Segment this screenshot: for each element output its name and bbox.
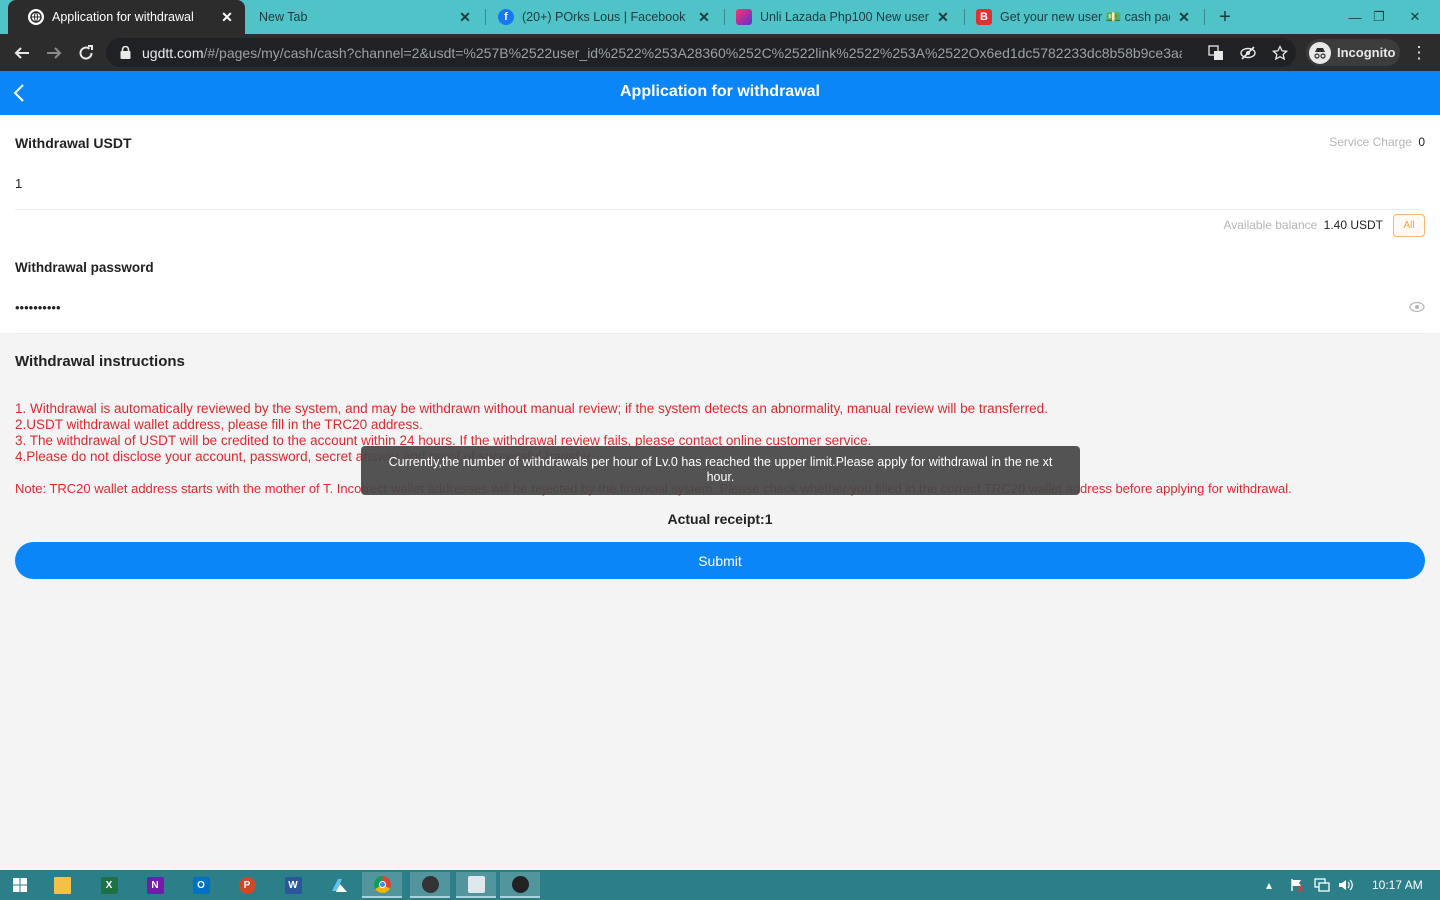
available-balance-label: Available balance bbox=[1223, 218, 1318, 232]
close-tab-icon[interactable]: ✕ bbox=[1176, 9, 1192, 25]
incognito-icon bbox=[1309, 41, 1331, 64]
facebook-icon: f bbox=[498, 9, 514, 25]
withdrawal-form: Withdrawal USDT Service Charge 0 1 Avail… bbox=[0, 115, 1440, 334]
window-close-icon[interactable]: ✕ bbox=[1398, 0, 1432, 34]
volume-icon[interactable] bbox=[1338, 870, 1354, 900]
word-icon[interactable]: W bbox=[273, 872, 313, 898]
lazada-icon bbox=[736, 9, 752, 25]
url-path: /#/pages/my/cash/cash?channel=2&usdt=%25… bbox=[203, 44, 1182, 61]
tab-title: Unli Lazada Php100 New user Vo bbox=[760, 10, 929, 24]
tab-divider bbox=[1204, 9, 1205, 25]
app-icon[interactable] bbox=[410, 872, 450, 898]
file-explorer-icon[interactable] bbox=[42, 872, 82, 898]
tab-application-for-withdrawal[interactable]: Application for withdrawal ✕ bbox=[8, 0, 245, 34]
reload-icon[interactable] bbox=[73, 40, 99, 66]
all-button[interactable]: All bbox=[1393, 214, 1425, 237]
tab-title: Application for withdrawal bbox=[52, 10, 194, 24]
withdrawal-password-label: Withdrawal password bbox=[15, 260, 154, 275]
browser-toolbar: ugdtt.com/#/pages/my/cash/cash?channel=2… bbox=[0, 34, 1440, 71]
divider bbox=[15, 209, 1425, 210]
close-tab-icon[interactable]: ✕ bbox=[219, 9, 235, 25]
service-charge-value: 0 bbox=[1418, 135, 1425, 149]
powerpoint-icon[interactable]: P bbox=[227, 872, 267, 898]
close-tab-icon[interactable]: ✕ bbox=[935, 9, 951, 25]
excel-icon[interactable]: X bbox=[89, 872, 129, 898]
url-host: ugdtt.com bbox=[142, 44, 204, 61]
flag-icon[interactable] bbox=[1290, 870, 1304, 900]
windows-start-icon[interactable] bbox=[0, 872, 40, 898]
more-menu-icon[interactable]: ⋮ bbox=[1406, 40, 1432, 66]
service-charge: Service Charge 0 bbox=[1329, 135, 1425, 149]
tab-title: (20+) POrks Lous | Facebook bbox=[522, 10, 686, 24]
address-bar[interactable]: ugdtt.com/#/pages/my/cash/cash?channel=2… bbox=[106, 38, 1296, 67]
chrome-icon[interactable] bbox=[362, 872, 402, 898]
app-header: Application for withdrawal bbox=[0, 71, 1440, 115]
page-title: Application for withdrawal bbox=[619, 83, 820, 100]
available-balance: Available balance 1.40 USDT bbox=[1223, 218, 1383, 232]
tab-title: Get your new user 💵 cash pac bbox=[1000, 9, 1170, 24]
show-password-eye-icon[interactable] bbox=[1409, 300, 1425, 313]
forward-arrow-icon[interactable] bbox=[41, 40, 67, 66]
withdrawal-amount-input[interactable]: 1 bbox=[15, 176, 1405, 191]
network-icon[interactable] bbox=[1314, 870, 1330, 900]
close-tab-icon[interactable]: ✕ bbox=[696, 9, 712, 25]
close-tab-icon[interactable]: ✕ bbox=[457, 9, 473, 25]
restore-icon[interactable]: ❐ bbox=[1362, 0, 1396, 34]
windows-taskbar: X N O P W ▴ 10:17 AM bbox=[0, 870, 1440, 900]
bookmark-star-icon[interactable] bbox=[1267, 40, 1293, 66]
tab-new-tab[interactable]: New Tab ✕ bbox=[245, 0, 483, 34]
incognito-button[interactable]: Incognito bbox=[1306, 39, 1400, 66]
tab-facebook[interactable]: f (20+) POrks Lous | Facebook ✕ bbox=[478, 0, 722, 34]
onenote-icon[interactable]: N bbox=[135, 872, 175, 898]
instructions-title: Withdrawal instructions bbox=[15, 353, 185, 370]
azure-icon[interactable] bbox=[319, 872, 359, 898]
incognito-label: Incognito bbox=[1337, 45, 1396, 60]
b-icon: B bbox=[976, 9, 992, 25]
browser-tab-strip: Application for withdrawal ✕ New Tab ✕ f… bbox=[0, 0, 1440, 34]
available-balance-value: 1.40 USDT bbox=[1323, 218, 1383, 232]
limit-toast: Currently,the number of withdrawals per … bbox=[361, 446, 1080, 495]
clock[interactable]: 10:17 AM bbox=[1372, 870, 1423, 900]
instruction-item: 2.USDT withdrawal wallet address, please… bbox=[15, 417, 423, 432]
tab-title: New Tab bbox=[259, 10, 308, 24]
withdrawal-usdt-label: Withdrawal USDT bbox=[15, 135, 132, 151]
new-tab-button[interactable]: + bbox=[1214, 6, 1236, 28]
tray-chevron-icon[interactable]: ▴ bbox=[1266, 870, 1272, 900]
back-arrow-icon[interactable] bbox=[9, 40, 35, 66]
outlook-icon[interactable]: O bbox=[181, 872, 221, 898]
notepad-icon[interactable] bbox=[456, 872, 496, 898]
tab-cash-pack[interactable]: B Get your new user 💵 cash pac ✕ bbox=[956, 0, 1202, 34]
divider bbox=[15, 333, 1425, 334]
withdrawal-password-input[interactable]: •••••••••• bbox=[15, 300, 1385, 315]
lock-icon[interactable] bbox=[120, 46, 134, 60]
url-text: ugdtt.com/#/pages/my/cash/cash?channel=2… bbox=[142, 45, 1182, 61]
app-icon[interactable] bbox=[500, 872, 540, 898]
eye-off-icon[interactable] bbox=[1235, 40, 1261, 66]
service-charge-label: Service Charge bbox=[1329, 135, 1412, 149]
actual-receipt: Actual receipt:1 bbox=[667, 511, 773, 527]
tab-lazada[interactable]: Unli Lazada Php100 New user Vo ✕ bbox=[716, 0, 961, 34]
instruction-item: 1. Withdrawal is automatically reviewed … bbox=[15, 401, 1048, 416]
translate-icon[interactable] bbox=[1203, 40, 1229, 66]
globe-icon bbox=[28, 9, 44, 25]
submit-button[interactable]: Submit bbox=[15, 542, 1425, 579]
